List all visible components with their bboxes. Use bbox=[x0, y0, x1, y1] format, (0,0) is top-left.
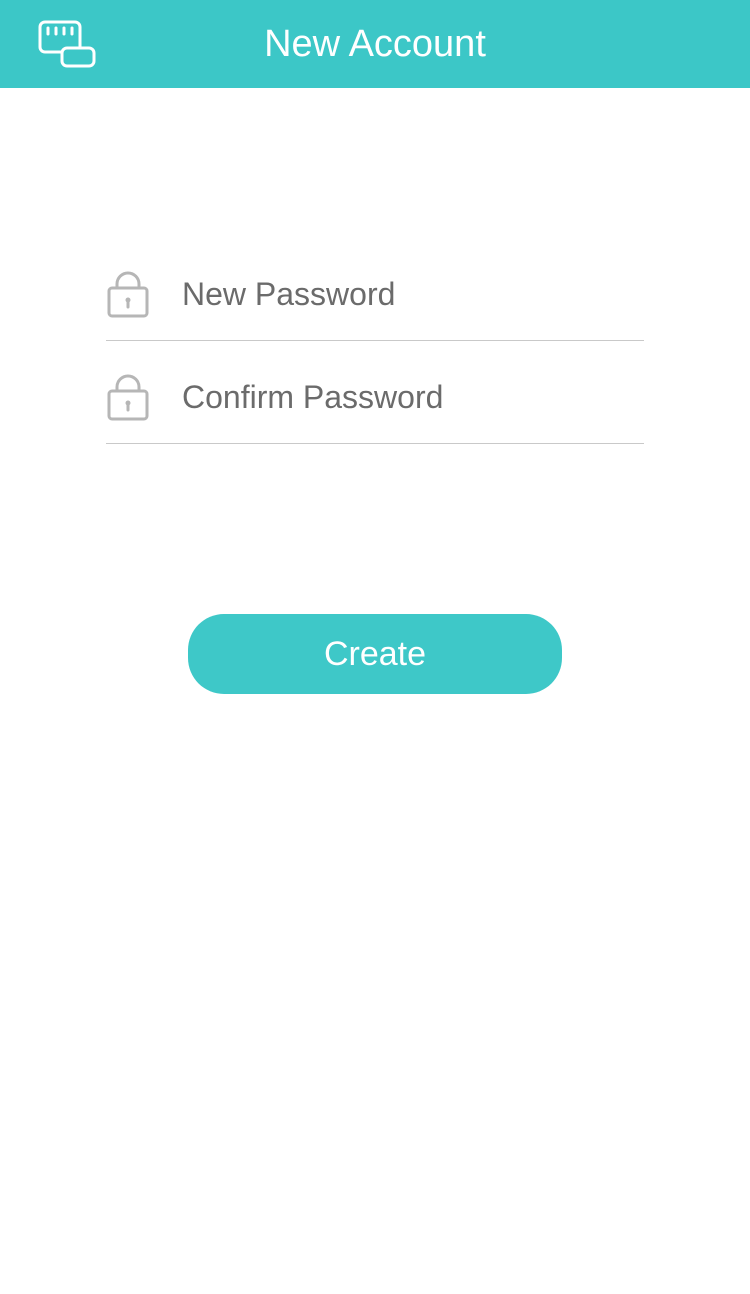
create-button[interactable]: Create bbox=[188, 614, 562, 694]
lock-icon bbox=[106, 373, 150, 421]
keyboard-icon[interactable] bbox=[38, 20, 96, 68]
confirm-password-row bbox=[106, 351, 644, 444]
new-password-input[interactable] bbox=[182, 276, 644, 313]
confirm-password-input[interactable] bbox=[182, 379, 644, 416]
page-title: New Account bbox=[264, 23, 486, 66]
form-container: Create bbox=[0, 88, 750, 694]
lock-icon bbox=[106, 270, 150, 318]
header: New Account bbox=[0, 0, 750, 88]
new-password-row bbox=[106, 248, 644, 341]
